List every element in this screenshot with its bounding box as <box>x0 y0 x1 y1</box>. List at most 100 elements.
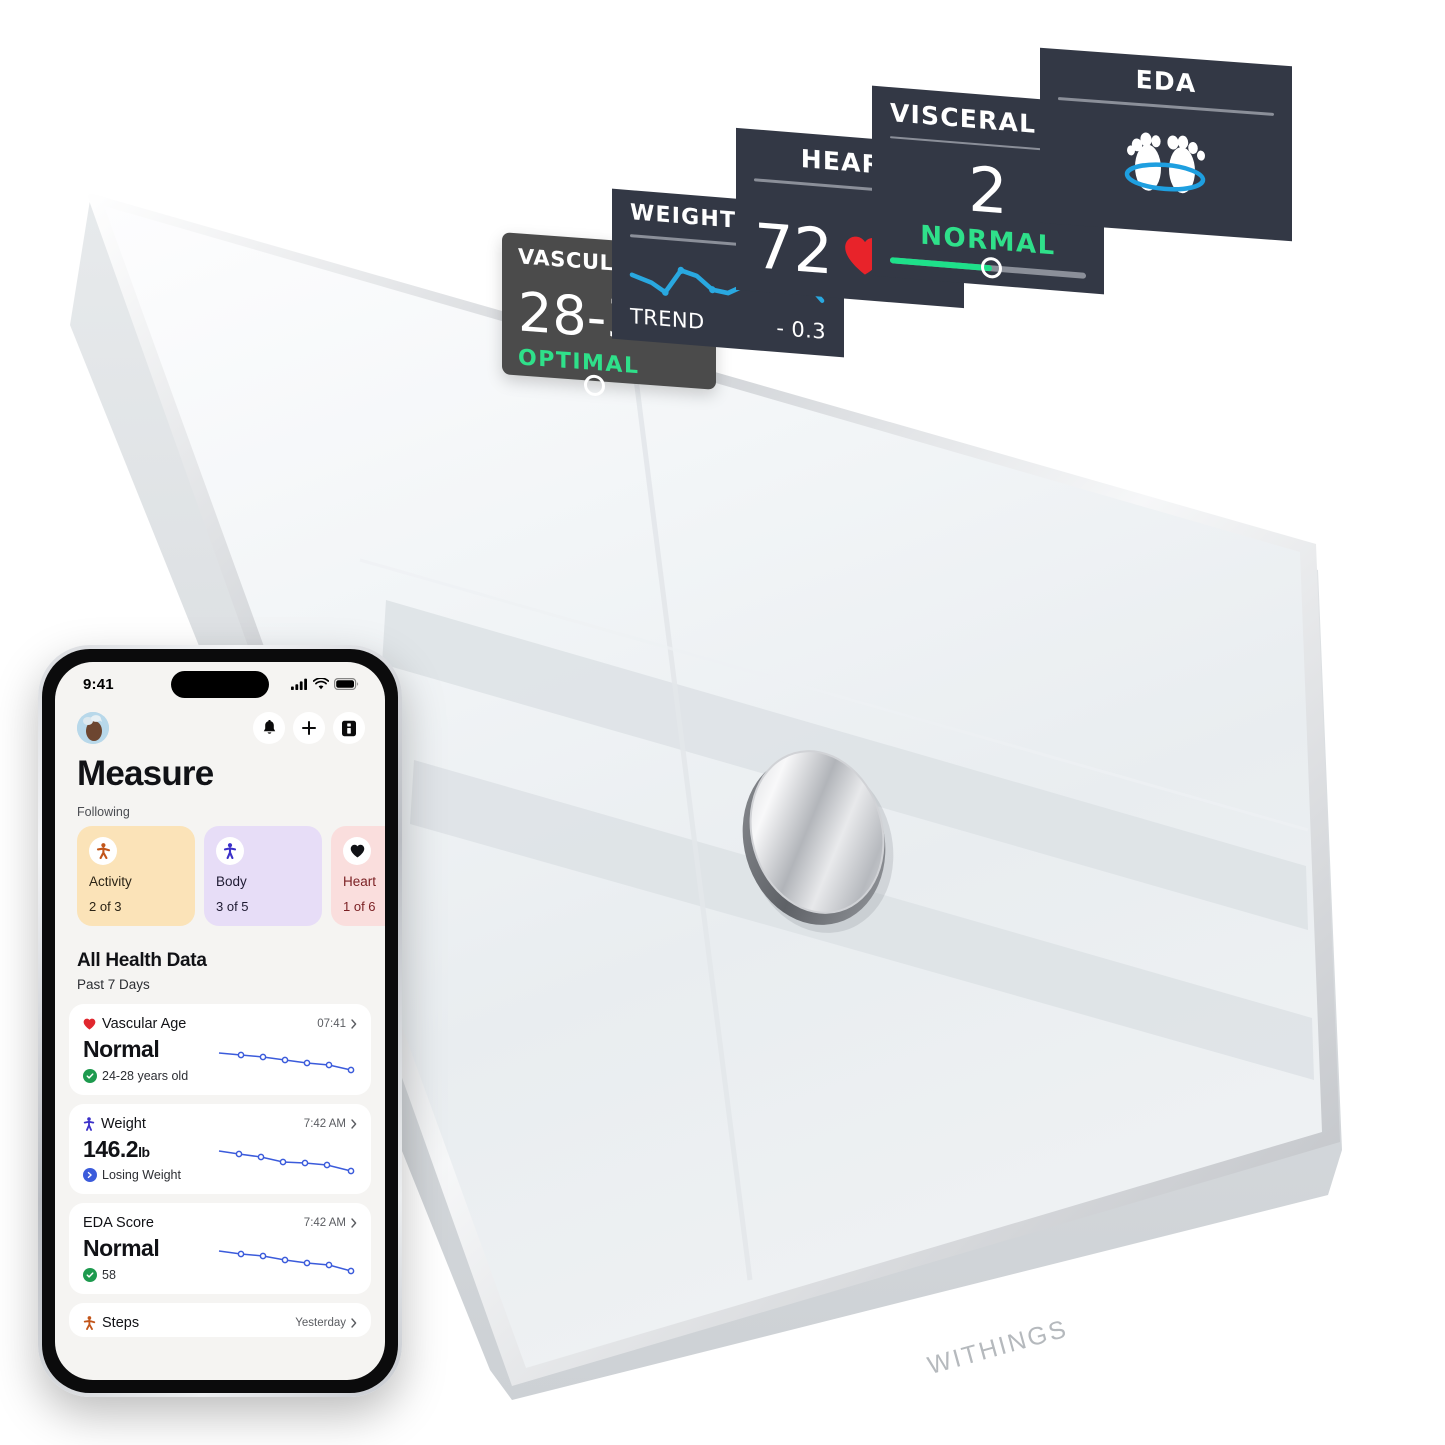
row-sub: Losing Weight <box>83 1168 181 1183</box>
card-title: EDA <box>1135 64 1197 99</box>
health-row-eda-score[interactable]: EDA Score 7:42 AM Normal 58 <box>69 1203 371 1294</box>
row-header: EDA Score 7:42 AM <box>83 1215 357 1231</box>
row-label-text: EDA Score <box>83 1215 154 1232</box>
row-time: 7:42 AM <box>304 1217 357 1229</box>
brand-wordmark: WITHINGS <box>925 1315 1071 1381</box>
feet-icon <box>1124 132 1206 194</box>
follow-card-name: Activity <box>89 873 132 889</box>
slider-knob <box>981 256 1003 280</box>
notifications-button[interactable] <box>253 712 285 744</box>
row-value: Normal <box>83 1035 160 1062</box>
status-icons <box>291 678 359 690</box>
phone-mockup: 9:41 Measure Following Activity 2 of 3 B… <box>38 645 402 1397</box>
row-sub: 58 <box>83 1268 159 1282</box>
scale-icon <box>342 720 356 736</box>
row-time: 7:42 AM <box>304 1118 357 1130</box>
following-label: Following <box>77 804 130 819</box>
row-value: 146.2lb <box>83 1135 181 1164</box>
arrow-badge <box>83 1168 97 1183</box>
chevron-down-icon <box>87 1172 92 1179</box>
row-label: Weight <box>83 1116 146 1132</box>
sparkline-svg <box>218 1149 355 1174</box>
eda-illustration <box>1058 100 1274 226</box>
devices-button[interactable] <box>333 712 365 744</box>
heart-icon <box>350 844 364 858</box>
slider-fill <box>890 256 992 272</box>
user-avatar <box>77 712 109 744</box>
heart-icon <box>83 1018 96 1030</box>
row-label-text: Vascular Age <box>102 1015 187 1032</box>
row-sub-text: 24-28 years old <box>102 1068 189 1083</box>
all-health-title: All Health Data <box>77 949 207 971</box>
past-days-label: Past 7 Days <box>77 976 150 992</box>
follow-card-activity[interactable]: Activity 2 of 3 <box>77 825 195 926</box>
row-label: Steps <box>83 1315 139 1331</box>
sparkline-svg <box>218 1250 355 1275</box>
row-header: Steps Yesterday <box>83 1315 357 1331</box>
phone-bezel: 9:41 Measure Following Activity 2 of 3 B… <box>42 649 398 1393</box>
follow-card-count: 3 of 5 <box>216 898 249 914</box>
phone-screen: 9:41 Measure Following Activity 2 of 3 B… <box>55 662 385 1380</box>
row-left: Normal 24-28 years old <box>83 1035 188 1083</box>
phone-frame: 9:41 Measure Following Activity 2 of 3 B… <box>38 645 402 1397</box>
bell-icon <box>263 720 275 734</box>
body-icon-wrap <box>216 836 244 865</box>
following-row: Activity 2 of 3 Body 3 of 5 Heart 1 of 6 <box>55 819 385 926</box>
row-time-text: 7:42 AM <box>303 1217 346 1230</box>
sparkline-svg <box>218 1051 355 1074</box>
add-button[interactable] <box>293 712 325 744</box>
page-title: Measure <box>77 754 214 793</box>
row-value-unit: lb <box>138 1143 150 1160</box>
row-sub-text: 58 <box>102 1268 116 1282</box>
avatar[interactable] <box>77 712 109 744</box>
check-badge <box>83 1268 97 1282</box>
row-value-number: 146.2 <box>83 1135 139 1162</box>
row-value: Normal <box>83 1235 160 1262</box>
row-body: 146.2lb Losing Weight <box>83 1135 357 1183</box>
plus-icon <box>302 721 316 735</box>
row-sparkline <box>217 1141 357 1181</box>
card-title-text: WEIGHT <box>630 200 737 234</box>
row-header: Weight 7:42 AM <box>83 1116 357 1132</box>
dynamic-island <box>171 671 269 698</box>
header-actions <box>253 712 365 744</box>
row-sparkline <box>217 1240 357 1280</box>
spark-points <box>237 1051 355 1074</box>
health-row-vascular-age[interactable]: Vascular Age 07:41 Normal 24-28 years ol… <box>69 1003 371 1095</box>
row-left: 146.2lb Losing Weight <box>83 1135 181 1183</box>
activity-icon-wrap <box>89 836 117 865</box>
row-time: Yesterday <box>295 1317 357 1329</box>
row-sub: 24-28 years old <box>83 1068 189 1083</box>
health-row-weight[interactable]: Weight 7:42 AM 146.2lb Losing Weight <box>69 1103 371 1195</box>
health-row-steps[interactable]: Steps Yesterday <box>69 1303 371 1337</box>
heart-rate-value: 72 <box>754 209 833 289</box>
activity-icon <box>96 842 110 859</box>
check-icon <box>86 1272 94 1278</box>
row-time-text: 7:42 AM <box>303 1117 346 1130</box>
row-body: Normal 24-28 years old <box>83 1035 357 1083</box>
card-eda: EDA <box>1040 47 1292 242</box>
status-time: 9:41 <box>83 675 114 693</box>
row-body: Normal 58 <box>83 1234 357 1282</box>
row-time: 07:41 <box>317 1018 357 1030</box>
follow-card-name: Heart <box>343 873 377 889</box>
chevron-right-icon <box>351 1318 357 1328</box>
steps-icon <box>83 1316 96 1330</box>
row-sub-text: Losing Weight <box>102 1168 181 1183</box>
body-icon <box>223 842 237 859</box>
row-left: Normal 58 <box>83 1234 160 1282</box>
row-label: Vascular Age <box>83 1016 186 1032</box>
row-time-text: 07:41 <box>317 1017 346 1030</box>
heart-icon-wrap <box>343 836 371 865</box>
row-label-text: Steps <box>102 1315 140 1331</box>
follow-card-body[interactable]: Body 3 of 5 <box>204 825 322 926</box>
trend-value: - 0.3 <box>776 315 826 344</box>
battery-icon <box>334 678 359 690</box>
row-sparkline <box>217 1041 357 1081</box>
app-header <box>55 706 385 744</box>
body-icon <box>83 1116 95 1131</box>
check-badge <box>83 1068 97 1083</box>
signal-icon <box>291 678 307 690</box>
follow-card-heart[interactable]: Heart 1 of 6 <box>331 825 385 926</box>
wifi-icon <box>313 678 329 690</box>
